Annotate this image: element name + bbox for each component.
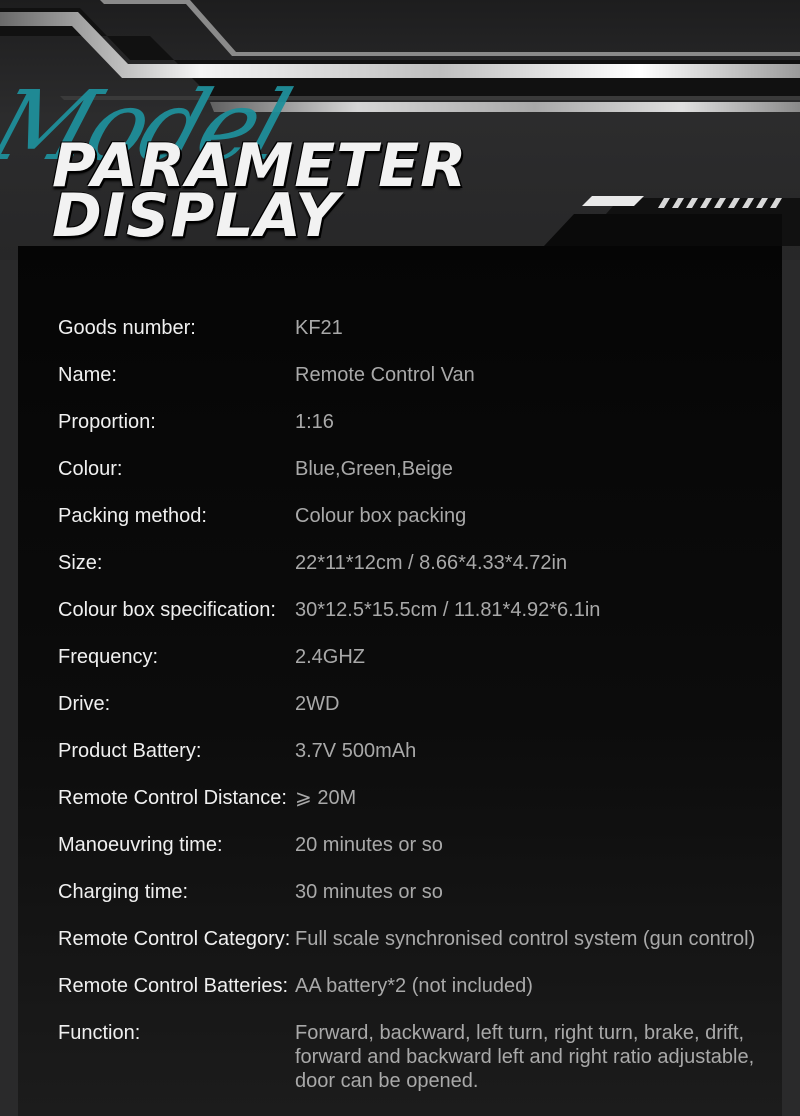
- spec-row-box-specification: Colour box specification: 30*12.5*15.5cm…: [58, 598, 778, 645]
- spec-label: Colour box specification:: [58, 599, 276, 621]
- spec-value: 1:16: [295, 411, 334, 433]
- spec-value: 2.4GHZ: [295, 646, 366, 668]
- spec-label: Goods number:: [58, 317, 196, 339]
- spec-value: 30 minutes or so: [295, 881, 443, 903]
- spec-row-goods-number: Goods number: KF21: [58, 316, 778, 363]
- spec-row-name: Name: Remote Control Van: [58, 363, 778, 410]
- spec-row-packing-method: Packing method: Colour box packing: [58, 504, 778, 551]
- spec-row-manoeuvring-time: Manoeuvring time: 20 minutes or so: [58, 833, 778, 880]
- spec-row-proportion: Proportion: 1:16: [58, 410, 778, 457]
- spec-row-control-distance: Remote Control Distance: ⩾ 20M: [58, 786, 778, 833]
- spec-label: Size:: [58, 552, 103, 574]
- spec-label: Packing method:: [58, 505, 207, 527]
- spec-value: AA battery*2 (not included): [295, 975, 533, 997]
- spec-value: 22*11*12cm / 8.66*4.33*4.72in: [295, 552, 568, 574]
- spec-label: Function:: [58, 1022, 141, 1044]
- spec-value: Forward, backward, left turn, right turn…: [295, 1022, 755, 1092]
- spec-row-size: Size: 22*11*12cm / 8.66*4.33*4.72in: [58, 551, 778, 598]
- spec-label: Remote Control Category:: [58, 928, 291, 950]
- spec-value: 30*12.5*15.5cm / 11.81*4.92*6.1in: [295, 599, 601, 621]
- spec-label: Proportion:: [58, 411, 156, 433]
- spec-label: Drive:: [58, 693, 111, 715]
- spec-value: KF21: [295, 317, 343, 339]
- spec-label: Colour:: [58, 458, 123, 480]
- spec-value: Blue,Green,Beige: [295, 458, 453, 480]
- spec-label: Manoeuvring time:: [58, 834, 223, 856]
- spec-row-charging-time: Charging time: 30 minutes or so: [58, 880, 778, 927]
- spec-label: Frequency:: [58, 646, 159, 668]
- spec-value: 3.7V 500mAh: [295, 740, 417, 762]
- spec-row-control-category: Remote Control Category: Full scale sync…: [58, 927, 778, 974]
- spec-row-frequency: Frequency: 2.4GHZ: [58, 645, 778, 692]
- spec-value: Full scale synchronised control system (…: [295, 928, 756, 950]
- spec-label: Name:: [58, 364, 117, 386]
- spec-value: ⩾ 20M: [295, 787, 357, 809]
- spec-row-product-battery: Product Battery: 3.7V 500mAh: [58, 739, 778, 786]
- spec-row-function: Function: Forward, backward, left turn, …: [58, 1021, 778, 1093]
- spec-value: 2WD: [295, 693, 340, 715]
- spec-label: Charging time:: [58, 881, 189, 903]
- spec-value: 20 minutes or so: [295, 834, 443, 856]
- spec-list: Goods number: KF21 Name: Remote Control …: [58, 316, 778, 1093]
- spec-value: Colour box packing: [295, 505, 467, 527]
- page-title-line2: DISPLAY: [52, 181, 340, 251]
- spec-label: Product Battery:: [58, 740, 202, 762]
- spec-row-colour: Colour: Blue,Green,Beige: [58, 457, 778, 504]
- spec-label: Remote Control Batteries:: [58, 975, 289, 997]
- spec-row-control-batteries: Remote Control Batteries: AA battery*2 (…: [58, 974, 778, 1021]
- spec-value: Remote Control Van: [295, 364, 475, 386]
- spec-label: Remote Control Distance:: [58, 787, 287, 809]
- spec-row-drive: Drive: 2WD: [58, 692, 778, 739]
